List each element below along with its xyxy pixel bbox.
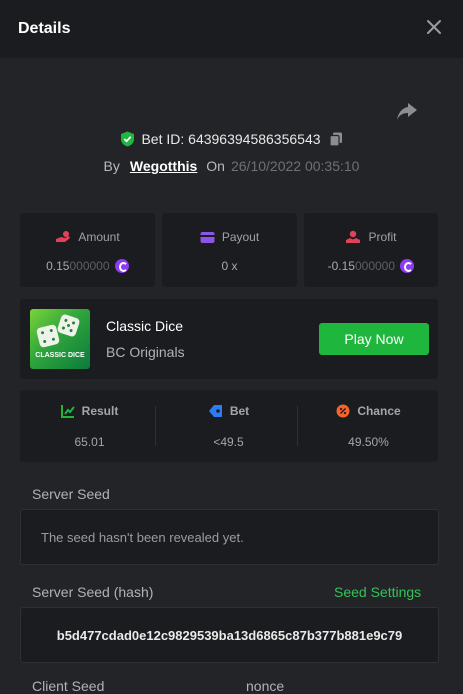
payout-label: Payout xyxy=(221,230,260,244)
close-icon[interactable] xyxy=(425,18,443,36)
bet-meta-row: By Wegotthis On 26/10/2022 00:35:10 xyxy=(0,158,463,174)
seed-settings-link[interactable]: Seed Settings xyxy=(334,584,421,600)
divider xyxy=(297,406,298,446)
hand-coin-icon xyxy=(55,230,78,244)
profit-icon xyxy=(345,230,368,244)
amount-label: Amount xyxy=(78,230,120,244)
chance-label: Chance xyxy=(357,404,401,418)
game-thumbnail[interactable]: CLASSIC DICE xyxy=(30,309,90,369)
result-column: Result 65.01 xyxy=(20,390,159,462)
thumbnail-label: CLASSIC DICE xyxy=(35,352,85,359)
server-hash-value: b5d477cdad0e12c9829539ba13d6865c87b377b8… xyxy=(56,628,403,643)
profit-number: -0.15 xyxy=(327,259,355,273)
chance-column: Chance 49.50% xyxy=(299,390,438,462)
bet-date: 26/10/2022 00:35:10 xyxy=(230,158,360,174)
amount-trailing-zeros: 000000 xyxy=(69,259,110,273)
modal-header: Details xyxy=(0,0,463,58)
result-value: 65.01 xyxy=(74,435,105,449)
bet-label: Bet xyxy=(229,404,250,418)
chance-value: 49.50% xyxy=(348,435,389,449)
results-card: Result 65.01 Bet <49.5 Chance 49.50% xyxy=(20,390,438,462)
profit-card: Profit -0.15000000 xyxy=(304,213,438,287)
result-label: Result xyxy=(81,404,119,418)
game-name: Classic Dice xyxy=(106,318,184,334)
bet-id-row: Bet ID: 64396394586356543 xyxy=(0,131,463,150)
bet-value: <49.5 xyxy=(213,435,244,449)
modal-title: Details xyxy=(18,20,71,37)
on-label: On xyxy=(206,158,225,174)
bet-column: Bet <49.5 xyxy=(159,390,298,462)
profit-value: -0.15000000 xyxy=(304,259,438,273)
coin-icon xyxy=(114,259,129,273)
game-provider: BC Originals xyxy=(106,344,185,360)
by-label: By xyxy=(103,158,120,174)
amount-card: Amount 0.15000000 xyxy=(20,213,155,287)
tag-icon xyxy=(208,404,230,418)
share-icon[interactable] xyxy=(396,100,418,122)
server-seed-label: Server Seed xyxy=(32,486,110,502)
username-link[interactable]: Wegotthis xyxy=(130,158,197,174)
copy-icon[interactable] xyxy=(328,132,343,150)
divider xyxy=(155,406,156,446)
shield-check-icon xyxy=(120,131,135,150)
payout-card: Payout 0 x xyxy=(162,213,297,287)
game-card: CLASSIC DICE Classic Dice BC Originals P… xyxy=(20,299,438,379)
coin-icon xyxy=(400,259,415,273)
server-seed-box: The seed hasn't been revealed yet. xyxy=(20,509,439,565)
server-hash-box: b5d477cdad0e12c9829539ba13d6865c87b377b8… xyxy=(20,607,439,663)
amount-number: 0.15 xyxy=(46,259,70,273)
client-seed-label: Client Seed xyxy=(32,678,105,694)
bet-id: Bet ID: 64396394586356543 xyxy=(141,131,321,147)
play-now-button[interactable]: Play Now xyxy=(319,323,429,355)
profit-label: Profit xyxy=(368,230,397,244)
payout-value: 0 x xyxy=(221,259,238,273)
result-chart-icon xyxy=(60,404,82,418)
percent-icon xyxy=(336,404,357,418)
nonce-label: nonce xyxy=(246,678,285,694)
amount-value: 0.15000000 xyxy=(20,259,155,273)
server-hash-label: Server Seed (hash) xyxy=(32,584,154,600)
profit-trailing-zeros: 000000 xyxy=(354,259,396,273)
wallet-icon xyxy=(200,230,222,244)
server-seed-value: The seed hasn't been revealed yet. xyxy=(41,530,244,545)
